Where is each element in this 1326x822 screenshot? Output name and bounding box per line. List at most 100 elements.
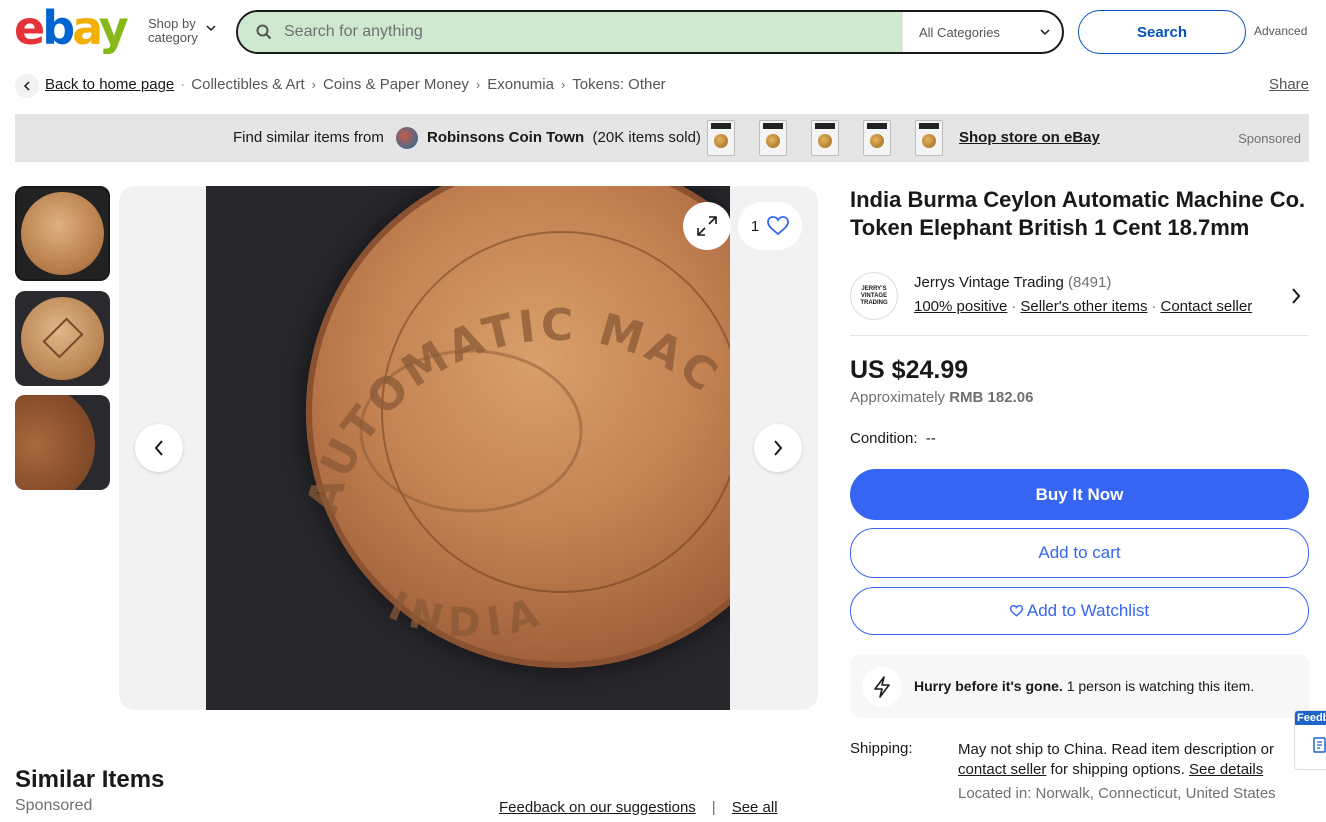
main-product-image[interactable]: AUTOMATIC MACHINE CO. INDIA (206, 186, 730, 710)
coin-text-bottom: INDIA (382, 583, 544, 647)
coin-inscription-svg: AUTOMATIC MACHINE CO. INDIA (206, 186, 725, 647)
store-item-thumbnail[interactable] (863, 120, 891, 156)
seller-logo[interactable]: JERRY'S VINTAGE TRADING (850, 272, 898, 320)
store-items-sold: (20K items sold) (592, 129, 701, 146)
store-item-thumbnail[interactable] (811, 120, 839, 156)
search-button[interactable]: Search (1078, 10, 1246, 54)
seller-other-items-link[interactable]: Seller's other items (1020, 298, 1147, 315)
buy-it-now-button[interactable]: Buy It Now (850, 469, 1309, 520)
seller-logo-text: JERRY'S VINTAGE TRADING (860, 285, 888, 306)
feedback-on-suggestions-link[interactable]: Feedback on our suggestions (499, 799, 696, 816)
chevron-right-icon: › (475, 77, 481, 92)
contact-seller-link[interactable]: Contact seller (1160, 298, 1252, 315)
store-avatar[interactable] (396, 127, 418, 149)
shipping-contact-seller-link[interactable]: contact seller (958, 761, 1046, 778)
breadcrumb-item-collectibles[interactable]: Collectibles & Art (191, 76, 304, 93)
store-item-thumbnail[interactable] (759, 120, 787, 156)
shipping-text-1: May not ship to China. Read item descrip… (958, 741, 1274, 758)
search-bar: All Categories (236, 10, 1064, 54)
chevron-right-icon (774, 440, 783, 456)
shop-by-line1: Shop by (148, 16, 196, 31)
search-input[interactable] (284, 23, 884, 41)
breadcrumb-item-tokens[interactable]: Tokens: Other (572, 76, 665, 93)
seller-card[interactable]: JERRY'S VINTAGE TRADING Jerrys Vintage T… (850, 270, 1309, 336)
breadcrumb-dot: · (180, 76, 186, 93)
elephant-outline (359, 349, 583, 513)
sponsored-store-strip: Find similar items from Robinsons Coin T… (15, 114, 1309, 162)
feedback-form-icon (1313, 737, 1326, 753)
search-icon (256, 24, 272, 40)
next-image-button[interactable] (754, 424, 802, 472)
shipping-info: May not ship to China. Read item descrip… (958, 740, 1303, 780)
similar-items-heading: Similar Items (15, 766, 165, 793)
shipping-label: Shipping: (850, 740, 913, 757)
logo-letter-a: a (72, 1, 102, 55)
category-select[interactable]: All Categories (902, 12, 1062, 52)
chevron-right-icon: › (560, 77, 566, 92)
expand-image-button[interactable] (683, 202, 731, 250)
strip-prefix: Find similar items from (233, 129, 384, 146)
svg-text:INDIA: INDIA (382, 583, 552, 647)
sponsored-label: Sponsored (1238, 131, 1301, 146)
hurry-text: Hurry before it's gone. 1 person is watc… (914, 678, 1254, 694)
heart-icon (1009, 605, 1023, 617)
add-to-cart-button[interactable]: Add to cart (850, 528, 1309, 578)
seller-name[interactable]: Jerrys Vintage Trading (914, 274, 1064, 291)
heart-icon (767, 216, 790, 236)
listing-title: India Burma Ceylon Automatic Machine Co.… (850, 187, 1306, 240)
breadcrumb-home-link[interactable]: Back to home page (45, 76, 174, 93)
store-item-thumbnail[interactable] (707, 120, 735, 156)
seller-positive-link[interactable]: 100% positive (914, 298, 1007, 315)
logo-letter-y: y (98, 1, 129, 55)
ebay-logo[interactable]: ebay (14, 1, 129, 55)
coin-image (15, 395, 95, 490)
store-name: Robinsons Coin Town (427, 129, 585, 146)
item-location: Located in: Norwalk, Connecticut, United… (958, 785, 1276, 802)
approximate-price: Approximately RMB 182.06 (850, 389, 1033, 406)
see-details-link[interactable]: See details (1189, 761, 1263, 778)
store-info[interactable]: Robinsons Coin Town (20K items sold) (427, 129, 701, 146)
feedback-tab[interactable]: Feedback (1294, 710, 1326, 770)
hurry-banner: Hurry before it's gone. 1 person is watc… (850, 655, 1309, 718)
approx-prefix: Approximately (850, 389, 946, 406)
advanced-search-link[interactable]: Advanced (1254, 24, 1307, 38)
coin-inscription: AUTOMATIC MACHINE CO. INDIA (206, 186, 730, 710)
condition: Condition: -- (850, 430, 936, 447)
chevron-left-icon (154, 440, 163, 456)
breadcrumb: Back to home page · Collectibles & Art ›… (45, 76, 666, 93)
chevron-down-icon (206, 25, 216, 32)
separator-bar: | (711, 799, 716, 816)
chevron-right-icon[interactable] (1291, 288, 1301, 304)
lightning-icon (862, 667, 902, 707)
back-button[interactable] (15, 74, 39, 98)
store-item-thumbnail[interactable] (915, 120, 943, 156)
store-item-thumbnails (707, 120, 943, 156)
thumbnail-3[interactable] (15, 395, 110, 490)
hurry-bold: Hurry before it's gone. (914, 678, 1063, 694)
thumbnail-2[interactable] (15, 291, 110, 386)
share-link[interactable]: Share (1269, 76, 1309, 93)
seller-feedback-count: (8491) (1067, 274, 1112, 291)
watch-count: 1 (750, 217, 760, 235)
condition-value: -- (925, 430, 936, 447)
breadcrumb-item-coins[interactable]: Coins & Paper Money (323, 76, 469, 93)
logo-letter-b: b (42, 1, 75, 55)
shop-store-link[interactable]: Shop store on eBay (959, 129, 1100, 146)
search-field (238, 12, 902, 52)
see-all-link[interactable]: See all (732, 799, 778, 816)
shop-by-line2: category (148, 30, 198, 45)
thumbnail-1[interactable] (15, 186, 110, 281)
add-to-watchlist-button[interactable]: Add to Watchlist (850, 587, 1309, 635)
hurry-rest: 1 person is watching this item. (1066, 678, 1255, 694)
seller-links: 100% positive · Seller's other items · Conta… (914, 298, 1252, 315)
previous-image-button[interactable] (135, 424, 183, 472)
separator-dot: · (1151, 298, 1157, 315)
expand-icon (697, 216, 717, 236)
shop-by-category-button[interactable]: Shop by category (148, 17, 198, 45)
seller-name-row: Jerrys Vintage Trading (8491) (914, 274, 1111, 291)
chevron-left-icon (23, 81, 30, 91)
logo-letter-e: e (14, 1, 45, 55)
watch-count-button[interactable]: 1 (738, 202, 802, 250)
category-select-label: All Categories (919, 24, 1000, 40)
breadcrumb-item-exonumia[interactable]: Exonumia (487, 76, 554, 93)
